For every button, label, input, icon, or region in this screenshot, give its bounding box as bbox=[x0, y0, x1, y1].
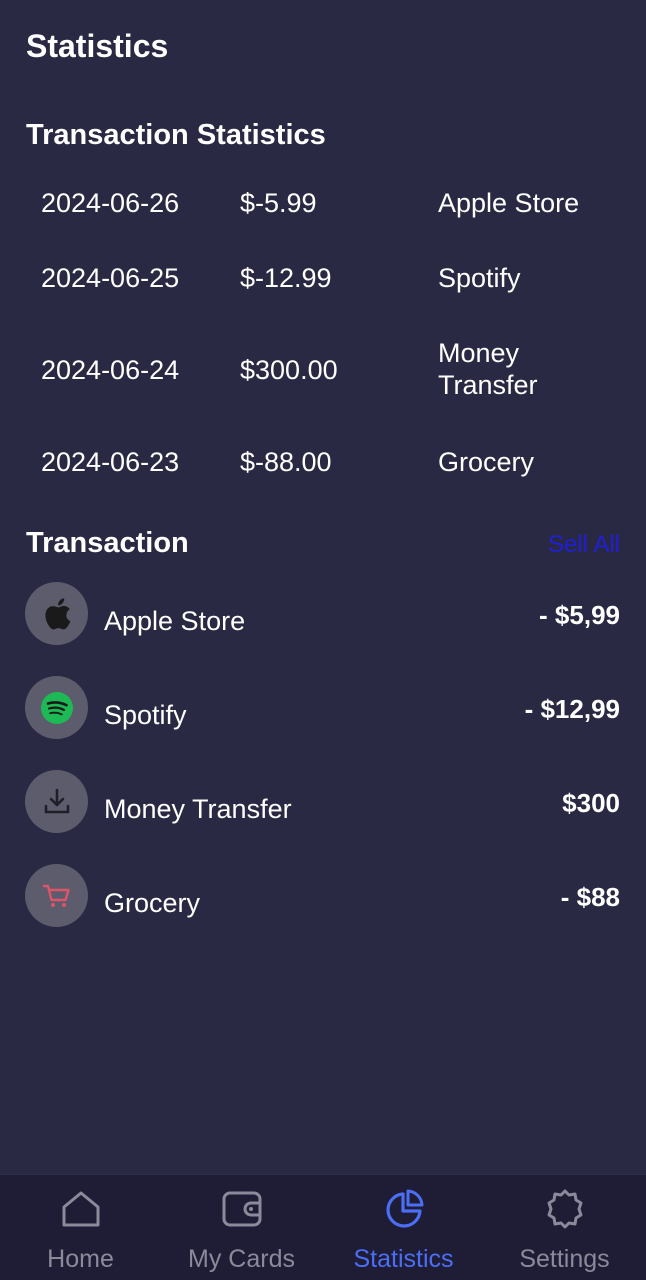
bottom-navigation: Home My Cards Statistics Settings bbox=[0, 1174, 646, 1280]
stats-merchant: Grocery bbox=[438, 447, 535, 477]
cart-icon bbox=[25, 864, 88, 927]
stats-date: 2024-06-26 bbox=[41, 188, 180, 218]
transaction-amount: $300 bbox=[562, 788, 620, 818]
stats-amount: $300.00 bbox=[240, 355, 338, 385]
nav-label-home: Home bbox=[47, 1245, 114, 1273]
transaction-section-title: Transaction bbox=[26, 527, 189, 559]
page-title: Statistics bbox=[26, 28, 169, 64]
nav-item-my-cards[interactable]: My Cards bbox=[161, 1175, 322, 1280]
nav-item-statistics[interactable]: Statistics bbox=[323, 1175, 484, 1280]
nav-item-home[interactable]: Home bbox=[0, 1175, 161, 1280]
nav-label-settings: Settings bbox=[519, 1245, 610, 1273]
pie-chart-icon bbox=[382, 1187, 426, 1231]
download-icon bbox=[25, 770, 88, 833]
transaction-item[interactable]: Spotify - $12,99 bbox=[0, 674, 646, 740]
see-all-link[interactable]: Sell All bbox=[548, 531, 620, 559]
stats-amount: $-5.99 bbox=[240, 188, 317, 218]
transaction-name: Spotify bbox=[104, 700, 187, 730]
transaction-name: Apple Store bbox=[104, 606, 246, 636]
nav-item-settings[interactable]: Settings bbox=[484, 1175, 645, 1280]
transaction-amount: - $12,99 bbox=[524, 694, 620, 724]
transaction-amount: - $5,99 bbox=[539, 600, 620, 630]
apple-icon bbox=[25, 582, 88, 645]
spotify-icon bbox=[25, 676, 88, 739]
transaction-name: Money Transfer bbox=[104, 794, 292, 824]
wallet-icon bbox=[220, 1187, 264, 1231]
nav-label-statistics: Statistics bbox=[353, 1245, 454, 1273]
stats-date: 2024-06-23 bbox=[41, 447, 180, 477]
transaction-item[interactable]: Apple Store - $5,99 bbox=[0, 580, 646, 646]
gear-icon bbox=[543, 1187, 587, 1231]
stats-date: 2024-06-25 bbox=[41, 263, 180, 293]
transaction-item[interactable]: Grocery - $88 bbox=[0, 862, 646, 928]
stats-amount: $-12.99 bbox=[240, 263, 332, 293]
transaction-name: Grocery bbox=[104, 888, 201, 918]
stats-merchant: Spotify bbox=[438, 263, 521, 293]
home-icon bbox=[59, 1187, 103, 1231]
transaction-item[interactable]: Money Transfer $300 bbox=[0, 768, 646, 834]
transaction-statistics-title: Transaction Statistics bbox=[26, 119, 326, 151]
nav-label-my-cards: My Cards bbox=[188, 1245, 295, 1273]
stats-merchant: Apple Store bbox=[438, 188, 580, 218]
stats-merchant: Money Transfer bbox=[438, 338, 538, 400]
stats-amount: $-88.00 bbox=[240, 447, 332, 477]
transaction-amount: - $88 bbox=[560, 882, 620, 912]
stats-date: 2024-06-24 bbox=[41, 355, 180, 385]
